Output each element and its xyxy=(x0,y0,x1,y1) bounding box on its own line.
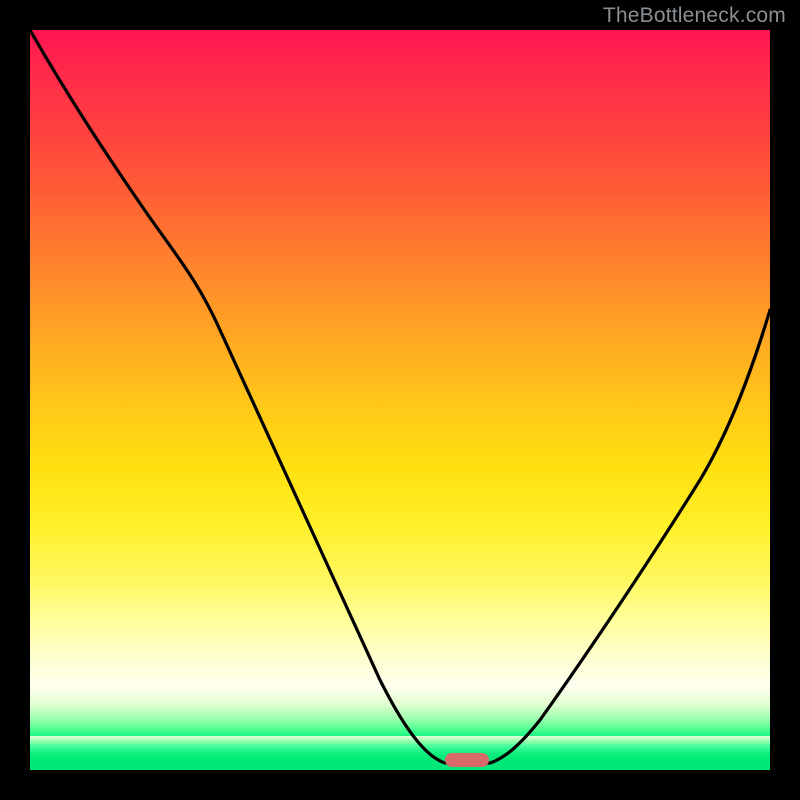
curve-path xyxy=(30,30,770,763)
watermark-text: TheBottleneck.com xyxy=(603,4,786,28)
optimum-marker xyxy=(445,753,489,767)
bottleneck-curve xyxy=(30,30,770,770)
plot-area xyxy=(30,30,770,770)
chart-frame: TheBottleneck.com xyxy=(0,0,800,800)
